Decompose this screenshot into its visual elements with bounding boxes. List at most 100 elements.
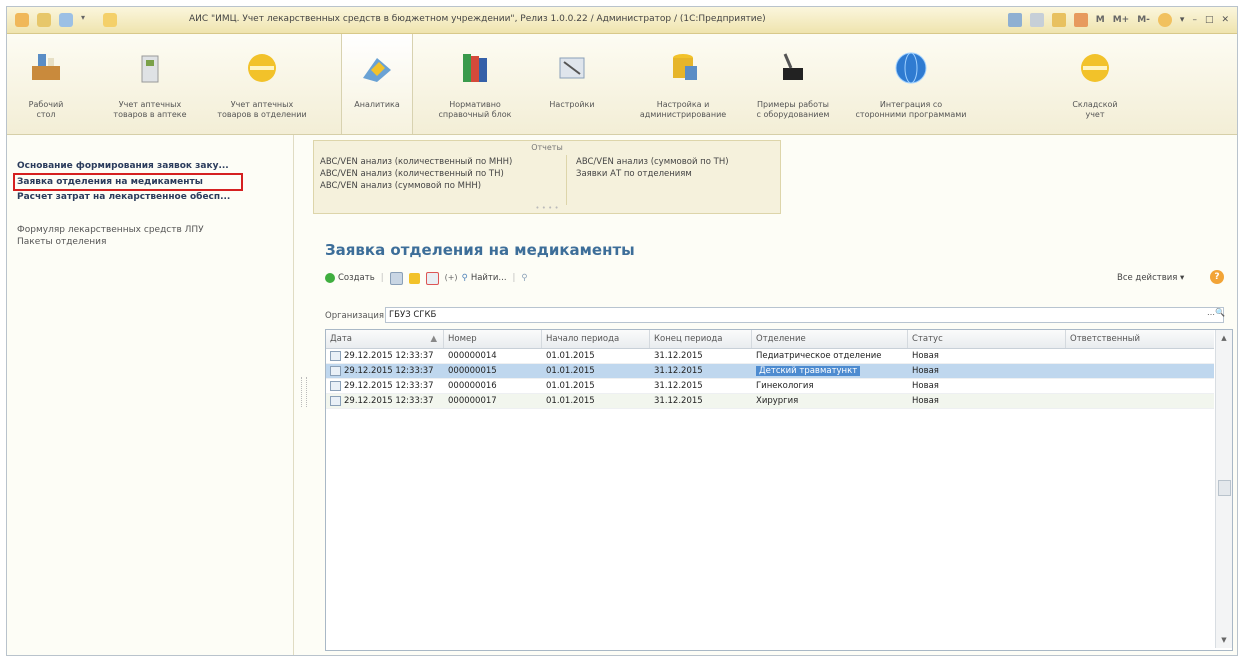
table-row[interactable]: 29.12.2015 12:33:37 000000014 01.01.2015… <box>326 349 1214 364</box>
close-button[interactable]: ✕ <box>1221 15 1229 25</box>
section-reference[interactable]: Нормативно справочный блок <box>433 34 517 134</box>
nav-item-formulary[interactable]: Формуляр лекарственных средств ЛПУ <box>17 225 204 235</box>
memory-button-m-plus[interactable]: M+ <box>1113 15 1130 25</box>
find-icon: ⚲ <box>461 273 468 283</box>
scroll-up-icon[interactable]: ▲ <box>1219 333 1229 343</box>
organization-select-button[interactable]: …🔍 <box>1206 308 1226 322</box>
dropdown-arrow-icon[interactable]: ▾ <box>81 13 95 27</box>
forward-icon[interactable] <box>37 13 51 27</box>
globe-icon <box>895 52 927 84</box>
organization-label: Организация: <box>325 311 387 321</box>
nav-item-department-packages[interactable]: Пакеты отделения <box>17 237 106 247</box>
post-icon[interactable]: (+) <box>445 273 458 284</box>
pharmacy-icon <box>141 55 159 83</box>
title-bar: ▾ АИС "ИМЦ. Учет лекарственных средств в… <box>7 7 1237 34</box>
nav-item-procurement-basis[interactable]: Основание формирования заявок заку... <box>17 161 229 171</box>
cell-department[interactable]: Детский травматункт <box>756 366 861 376</box>
settings-icon <box>559 57 585 79</box>
desktop-icon <box>32 54 60 80</box>
back-icon[interactable] <box>15 13 29 27</box>
organization-field[interactable]: ГБУЗ СГКБ <box>385 307 1224 323</box>
report-link[interactable]: ABC/VEN анализ (суммовой по МНН) <box>320 180 512 192</box>
section-integration[interactable]: Интеграция со сторонними программами <box>847 34 975 134</box>
report-link[interactable]: Заявки АТ по отделениям <box>576 168 729 180</box>
column-header-department[interactable]: Отделение <box>752 330 908 348</box>
column-header-number[interactable]: Номер <box>444 330 542 348</box>
delete-icon[interactable] <box>425 271 439 285</box>
section-pharmacy[interactable]: Учет аптечных товаров в аптеке <box>105 34 195 134</box>
nav-item-cost-calculation[interactable]: Расчет затрат на лекарственное обесп... <box>17 192 230 202</box>
table-row[interactable]: 29.12.2015 12:33:37 000000017 01.01.2015… <box>326 394 1214 409</box>
calculator-icon[interactable] <box>1073 13 1088 27</box>
create-button-label: Создать <box>338 273 375 283</box>
add-icon <box>325 273 335 283</box>
find-button[interactable]: ⚲ Найти... <box>462 273 507 283</box>
table-scrollbar[interactable]: ▲ ▼ <box>1215 330 1232 648</box>
restore-button[interactable]: – <box>1192 15 1197 25</box>
section-label: Аналитика <box>354 100 400 109</box>
table-header: Дата ▲ Номер Начало периода Конец периода… <box>326 330 1214 349</box>
search-icon[interactable] <box>1007 13 1022 27</box>
section-warehouse[interactable]: Складской учет <box>1065 34 1125 134</box>
memory-button-m-minus[interactable]: M- <box>1137 15 1150 25</box>
section-equipment[interactable]: Примеры работы с оборудованием <box>751 34 835 134</box>
info-icon[interactable] <box>1157 13 1172 27</box>
report-link[interactable]: ABC/VEN анализ (суммовой по ТН) <box>576 156 729 168</box>
history-icon[interactable] <box>59 13 73 27</box>
section-label: сторонними программами <box>855 110 967 119</box>
column-header-start[interactable]: Начало периода <box>542 330 650 348</box>
column-header-status[interactable]: Статус <box>908 330 1066 348</box>
table-row[interactable]: 29.12.2015 12:33:37 000000016 01.01.2015… <box>326 379 1214 394</box>
section-department-goods[interactable]: Учет аптечных товаров в отделении <box>217 34 307 134</box>
nav-item-department-request[interactable]: Заявка отделения на медикаменты <box>13 173 243 191</box>
coin-icon <box>1081 54 1109 82</box>
calendar-icon[interactable] <box>1029 13 1044 27</box>
memory-button-m[interactable]: M <box>1096 15 1105 25</box>
reports-title: Отчеты <box>531 143 563 152</box>
scanner-icon <box>783 53 803 80</box>
maximize-button[interactable]: □ <box>1205 15 1214 25</box>
section-desktop[interactable]: Рабочий стол <box>17 34 75 134</box>
navigation-panel: Основание формирования заявок заку... За… <box>7 135 294 655</box>
section-label: Учет аптечных <box>230 100 294 109</box>
cell-end: 31.12.2015 <box>654 396 703 406</box>
resize-handle[interactable]: • • • • <box>314 204 780 212</box>
section-label: администрирование <box>639 110 727 119</box>
help-icon[interactable]: ? <box>1210 270 1224 284</box>
edit-icon[interactable] <box>408 272 420 284</box>
cell-end: 31.12.2015 <box>654 351 703 361</box>
section-label: Рабочий <box>28 100 64 109</box>
all-actions-menu[interactable]: Все действия ▾ <box>1117 273 1184 283</box>
table-row-selected[interactable]: 29.12.2015 12:33:37 000000015 01.01.2015… <box>326 364 1214 379</box>
cell-status: Новая <box>912 366 939 376</box>
section-analytics[interactable]: Аналитика <box>341 34 413 134</box>
scroll-thumb[interactable] <box>1218 480 1231 496</box>
cell-start: 01.01.2015 <box>546 351 595 361</box>
column-header-end[interactable]: Конец периода <box>650 330 752 348</box>
scroll-down-icon[interactable]: ▼ <box>1219 635 1229 645</box>
cell-department: Педиатрическое отделение <box>756 351 882 361</box>
cell-date: 29.12.2015 12:33:37 <box>344 381 434 391</box>
section-label: Учет аптечных <box>118 100 182 109</box>
cancel-search-icon[interactable]: ⚲ <box>521 273 532 284</box>
report-link[interactable]: ABC/VEN анализ (количественный по ТН) <box>320 168 512 180</box>
favorites-icon[interactable] <box>103 13 117 27</box>
coin-icon <box>248 54 276 82</box>
cell-end: 31.12.2015 <box>654 381 703 391</box>
cell-date: 29.12.2015 12:33:37 <box>344 366 434 376</box>
window-title: АИС "ИМЦ. Учет лекарственных средств в б… <box>189 14 766 24</box>
section-administration[interactable]: Настройка и администрирование <box>633 34 733 134</box>
cell-department: Гинекология <box>756 381 814 391</box>
cell-responsible <box>1066 364 1214 378</box>
column-header-date[interactable]: Дата ▲ <box>326 330 444 348</box>
copy-icon[interactable] <box>389 271 403 285</box>
minimize-button[interactable]: ▾ <box>1180 15 1185 25</box>
cell-status: Новая <box>912 351 939 361</box>
copy-icon[interactable] <box>1051 13 1066 27</box>
section-settings[interactable]: Настройки <box>537 34 607 134</box>
sort-asc-icon: ▲ <box>430 334 437 344</box>
create-button[interactable]: Создать <box>325 273 375 283</box>
panel-splitter[interactable] <box>301 377 307 407</box>
report-link[interactable]: ABC/VEN анализ (количественный по МНН) <box>320 156 512 168</box>
column-header-responsible[interactable]: Ответственный <box>1066 330 1214 348</box>
